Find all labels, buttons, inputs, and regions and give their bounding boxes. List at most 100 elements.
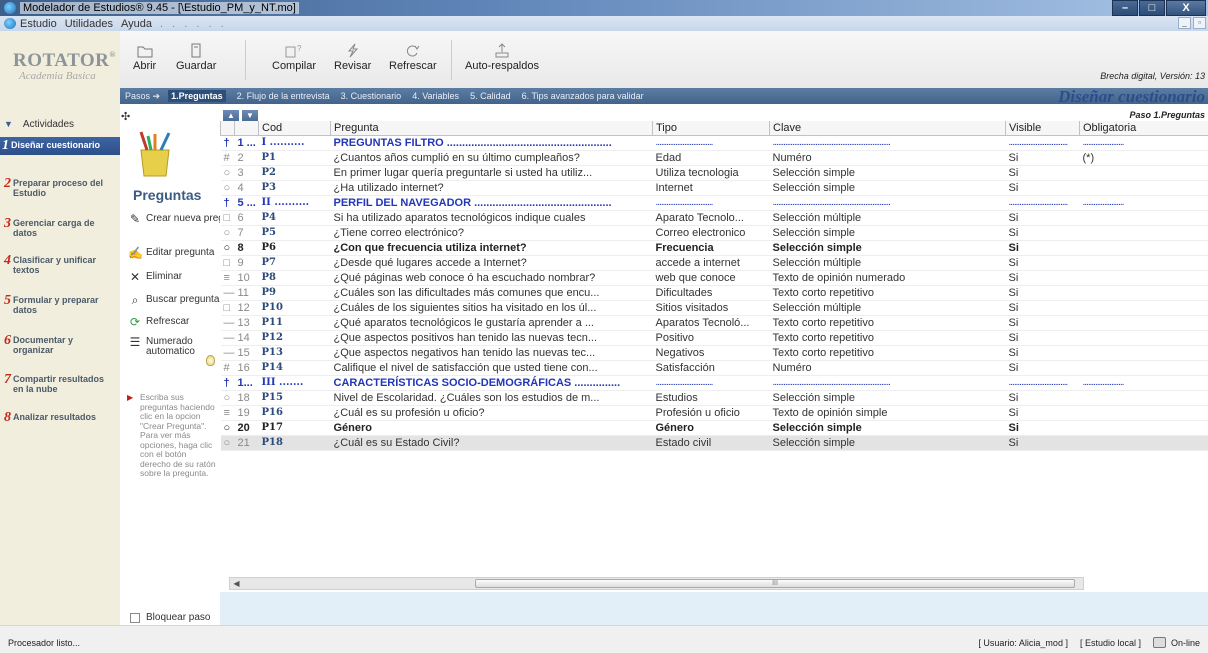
question-text: Género bbox=[330, 420, 653, 436]
nav-item-1[interactable]: 1 Diseñar cuestionario bbox=[0, 137, 120, 155]
question-row[interactable]: —11 P9 ¿Cuáles son las dificultades más co… bbox=[220, 285, 1208, 301]
question-row[interactable]: ○ 8 P6 ¿Con que frecuencia utiliza internet… bbox=[220, 240, 1208, 256]
checkbox-box[interactable] bbox=[130, 612, 140, 623]
section-row[interactable]: † 1... III ....... CARACTERÍSTICAS SOCIO-DE… bbox=[220, 375, 1208, 391]
nav-item-5[interactable]: 5 Formular y preparar datos bbox=[4, 294, 116, 316]
step-5[interactable]: 5. Calidad bbox=[470, 91, 511, 101]
revisar-button[interactable]: Revisar bbox=[334, 43, 371, 72]
arrow-down-icon: ▼ bbox=[4, 119, 13, 129]
menu-estudio[interactable]: Estudio bbox=[20, 18, 57, 30]
question-row[interactable]: #2 P1 ¿Cuantos años cumplió en su último c… bbox=[220, 150, 1208, 166]
col-pregunta-header[interactable]: Pregunta bbox=[330, 121, 653, 136]
question-row[interactable]: ○ 21 P18 ¿Cuál es su Estado Civil? Estado ci… bbox=[220, 435, 1208, 451]
toolbar-separator bbox=[451, 40, 452, 80]
refrescar-panel-button[interactable]: ⟳ Refrescar bbox=[128, 316, 189, 328]
row-type-icon: # bbox=[220, 150, 235, 166]
question-row[interactable]: □ 6 P4 Si ha utilizado aparatos tecnológico… bbox=[220, 210, 1208, 226]
maximize-button[interactable]: □ bbox=[1139, 0, 1165, 16]
col-obligatoria-header[interactable]: Obligatoria bbox=[1079, 121, 1208, 136]
col-cod-header[interactable]: Cod bbox=[258, 121, 331, 136]
close-button[interactable]: X bbox=[1166, 0, 1206, 16]
menu-utilidades[interactable]: Utilidades bbox=[65, 18, 113, 30]
row-type-icon: ○ bbox=[220, 435, 235, 451]
question-code: II .......... bbox=[258, 195, 331, 211]
nav-item-7[interactable]: 7 Compartir resultados en la nube bbox=[4, 373, 116, 395]
nav-item-6[interactable]: 6 Documentar y organizar bbox=[4, 333, 116, 356]
move-down-button[interactable]: ▼ bbox=[242, 110, 258, 121]
question-row[interactable]: ○ 3 P2 En primer lugar quería preguntarle s… bbox=[220, 165, 1208, 181]
question-obligatoria: ....................... bbox=[1079, 195, 1208, 211]
autorespaldos-button[interactable]: Auto-respaldos bbox=[465, 43, 539, 72]
nav-item-3[interactable]: 3 Gerenciar carga de datos bbox=[4, 217, 116, 239]
step-6[interactable]: 6. Tips avanzados para validar bbox=[522, 91, 644, 101]
row-type-icon: — bbox=[220, 330, 235, 346]
question-type: ................................ bbox=[652, 135, 770, 151]
step-2[interactable]: 2. Flujo de la entrevista bbox=[237, 91, 330, 101]
row-number: 13 bbox=[234, 315, 259, 331]
buscar-pregunta-button[interactable]: ⌕ Buscar pregunta bbox=[128, 294, 220, 306]
mdi-restore-button[interactable]: ▫ bbox=[1193, 17, 1206, 29]
minimize-button[interactable]: – bbox=[1112, 0, 1138, 16]
actividades-label: Actividades bbox=[22, 119, 75, 130]
question-row[interactable]: #16 P14 Califique el nivel de satisfacción… bbox=[220, 360, 1208, 376]
nav-item-2[interactable]: 2 Preparar proceso del Estudio bbox=[4, 177, 116, 199]
question-obligatoria bbox=[1079, 315, 1208, 331]
scroll-left-icon[interactable]: ◀ bbox=[230, 578, 243, 589]
row-number: 1 ... bbox=[234, 135, 259, 151]
question-row[interactable]: ○ 20 P17 Género Género Selección simple Si bbox=[220, 420, 1208, 436]
row-number: 11 bbox=[234, 285, 259, 301]
move-handle-icon[interactable]: ✣ bbox=[121, 110, 130, 123]
question-code: P1 bbox=[258, 150, 331, 166]
question-visible: Si bbox=[1005, 315, 1080, 331]
nav-item-8[interactable]: 8 Analizar resultados bbox=[4, 411, 116, 425]
question-row[interactable]: □ 9 P7 ¿Desde qué lugares accede a Internet… bbox=[220, 255, 1208, 271]
question-row[interactable]: ○ 7 P5 ¿Tiene correo electrónico? Correo ele… bbox=[220, 225, 1208, 241]
question-row[interactable]: —13 P11 ¿Qué aparatos tecnológicos le gust… bbox=[220, 315, 1208, 331]
bloquear-paso-checkbox[interactable]: Bloquear paso bbox=[130, 612, 211, 623]
pencil-icon: ✎ bbox=[129, 212, 141, 226]
question-code: P12 bbox=[258, 330, 331, 346]
question-row[interactable]: ○ 4 P3 ¿Ha utilizado internet? Internet Selec… bbox=[220, 180, 1208, 196]
question-row[interactable]: ≡ 10 P8 ¿Qué páginas web conoce ó ha escuch… bbox=[220, 270, 1208, 286]
editar-pregunta-button[interactable]: ✍ Editar pregunta bbox=[128, 247, 214, 259]
compilar-button[interactable]: ? Compilar bbox=[272, 43, 316, 72]
col-tipo-header[interactable]: Tipo bbox=[652, 121, 770, 136]
question-code: P17 bbox=[258, 420, 331, 436]
eliminar-button[interactable]: ✕ Eliminar bbox=[128, 271, 182, 283]
question-row[interactable]: ≡ 19 P16 ¿Cuál es su profesión u oficio? Pro… bbox=[220, 405, 1208, 421]
nav-item-4[interactable]: 4 Clasificar y unificar textos bbox=[4, 254, 116, 276]
question-visible: Si bbox=[1005, 210, 1080, 226]
actividades-header[interactable]: ▼ Actividades bbox=[4, 119, 74, 130]
guardar-button[interactable]: Guardar bbox=[176, 43, 216, 72]
row-type-icon: ○ bbox=[220, 165, 235, 181]
menu-ayuda[interactable]: Ayuda bbox=[121, 18, 152, 30]
question-text: ¿Desde qué lugares accede a Internet? bbox=[330, 255, 653, 271]
nav-num: 6 bbox=[4, 333, 11, 348]
col-visible-header[interactable]: Visible bbox=[1005, 121, 1080, 136]
scroll-thumb[interactable]: III bbox=[475, 579, 1075, 588]
question-row[interactable]: —15 P13 ¿Que aspectos negativos han tenido… bbox=[220, 345, 1208, 361]
mdi-minimize-button[interactable]: _ bbox=[1178, 17, 1191, 29]
section-row[interactable]: † 1 ... I .......... PREGUNTAS FILTRO .....… bbox=[220, 135, 1208, 151]
numerado-button[interactable]: ☰ Numerado automatico bbox=[128, 336, 196, 357]
step-3[interactable]: 3. Cuestionario bbox=[341, 91, 402, 101]
question-type: Aparato Tecnolo... bbox=[652, 210, 770, 226]
abrir-button[interactable]: Abrir bbox=[133, 43, 156, 72]
question-visible: Si bbox=[1005, 300, 1080, 316]
question-obligatoria bbox=[1079, 270, 1208, 286]
step-1[interactable]: 1.Preguntas bbox=[168, 90, 226, 102]
question-visible: ................................. bbox=[1005, 375, 1080, 391]
refrescar-button[interactable]: Refrescar bbox=[389, 43, 437, 72]
horizontal-scrollbar[interactable]: ◀ III bbox=[229, 577, 1084, 590]
question-row[interactable]: ○ 18 P15 Nivel de Escolaridad. ¿Cuáles son … bbox=[220, 390, 1208, 406]
backup-icon bbox=[495, 43, 509, 58]
question-row[interactable]: —14 P12 ¿Que aspectos positivos han tenido… bbox=[220, 330, 1208, 346]
col-clave-header[interactable]: Clave bbox=[769, 121, 1006, 136]
step-4[interactable]: 4. Variables bbox=[412, 91, 459, 101]
compile-icon: ? bbox=[285, 44, 302, 58]
question-row[interactable]: □ 12 P10 ¿Cuáles de los siguientes sitios h… bbox=[220, 300, 1208, 316]
move-up-button[interactable]: ▲ bbox=[223, 110, 239, 121]
question-obligatoria bbox=[1079, 360, 1208, 376]
section-row[interactable]: † 5 ... II .......... PERFIL DEL NAVEGADOR … bbox=[220, 195, 1208, 211]
row-number: 1... bbox=[234, 375, 259, 391]
